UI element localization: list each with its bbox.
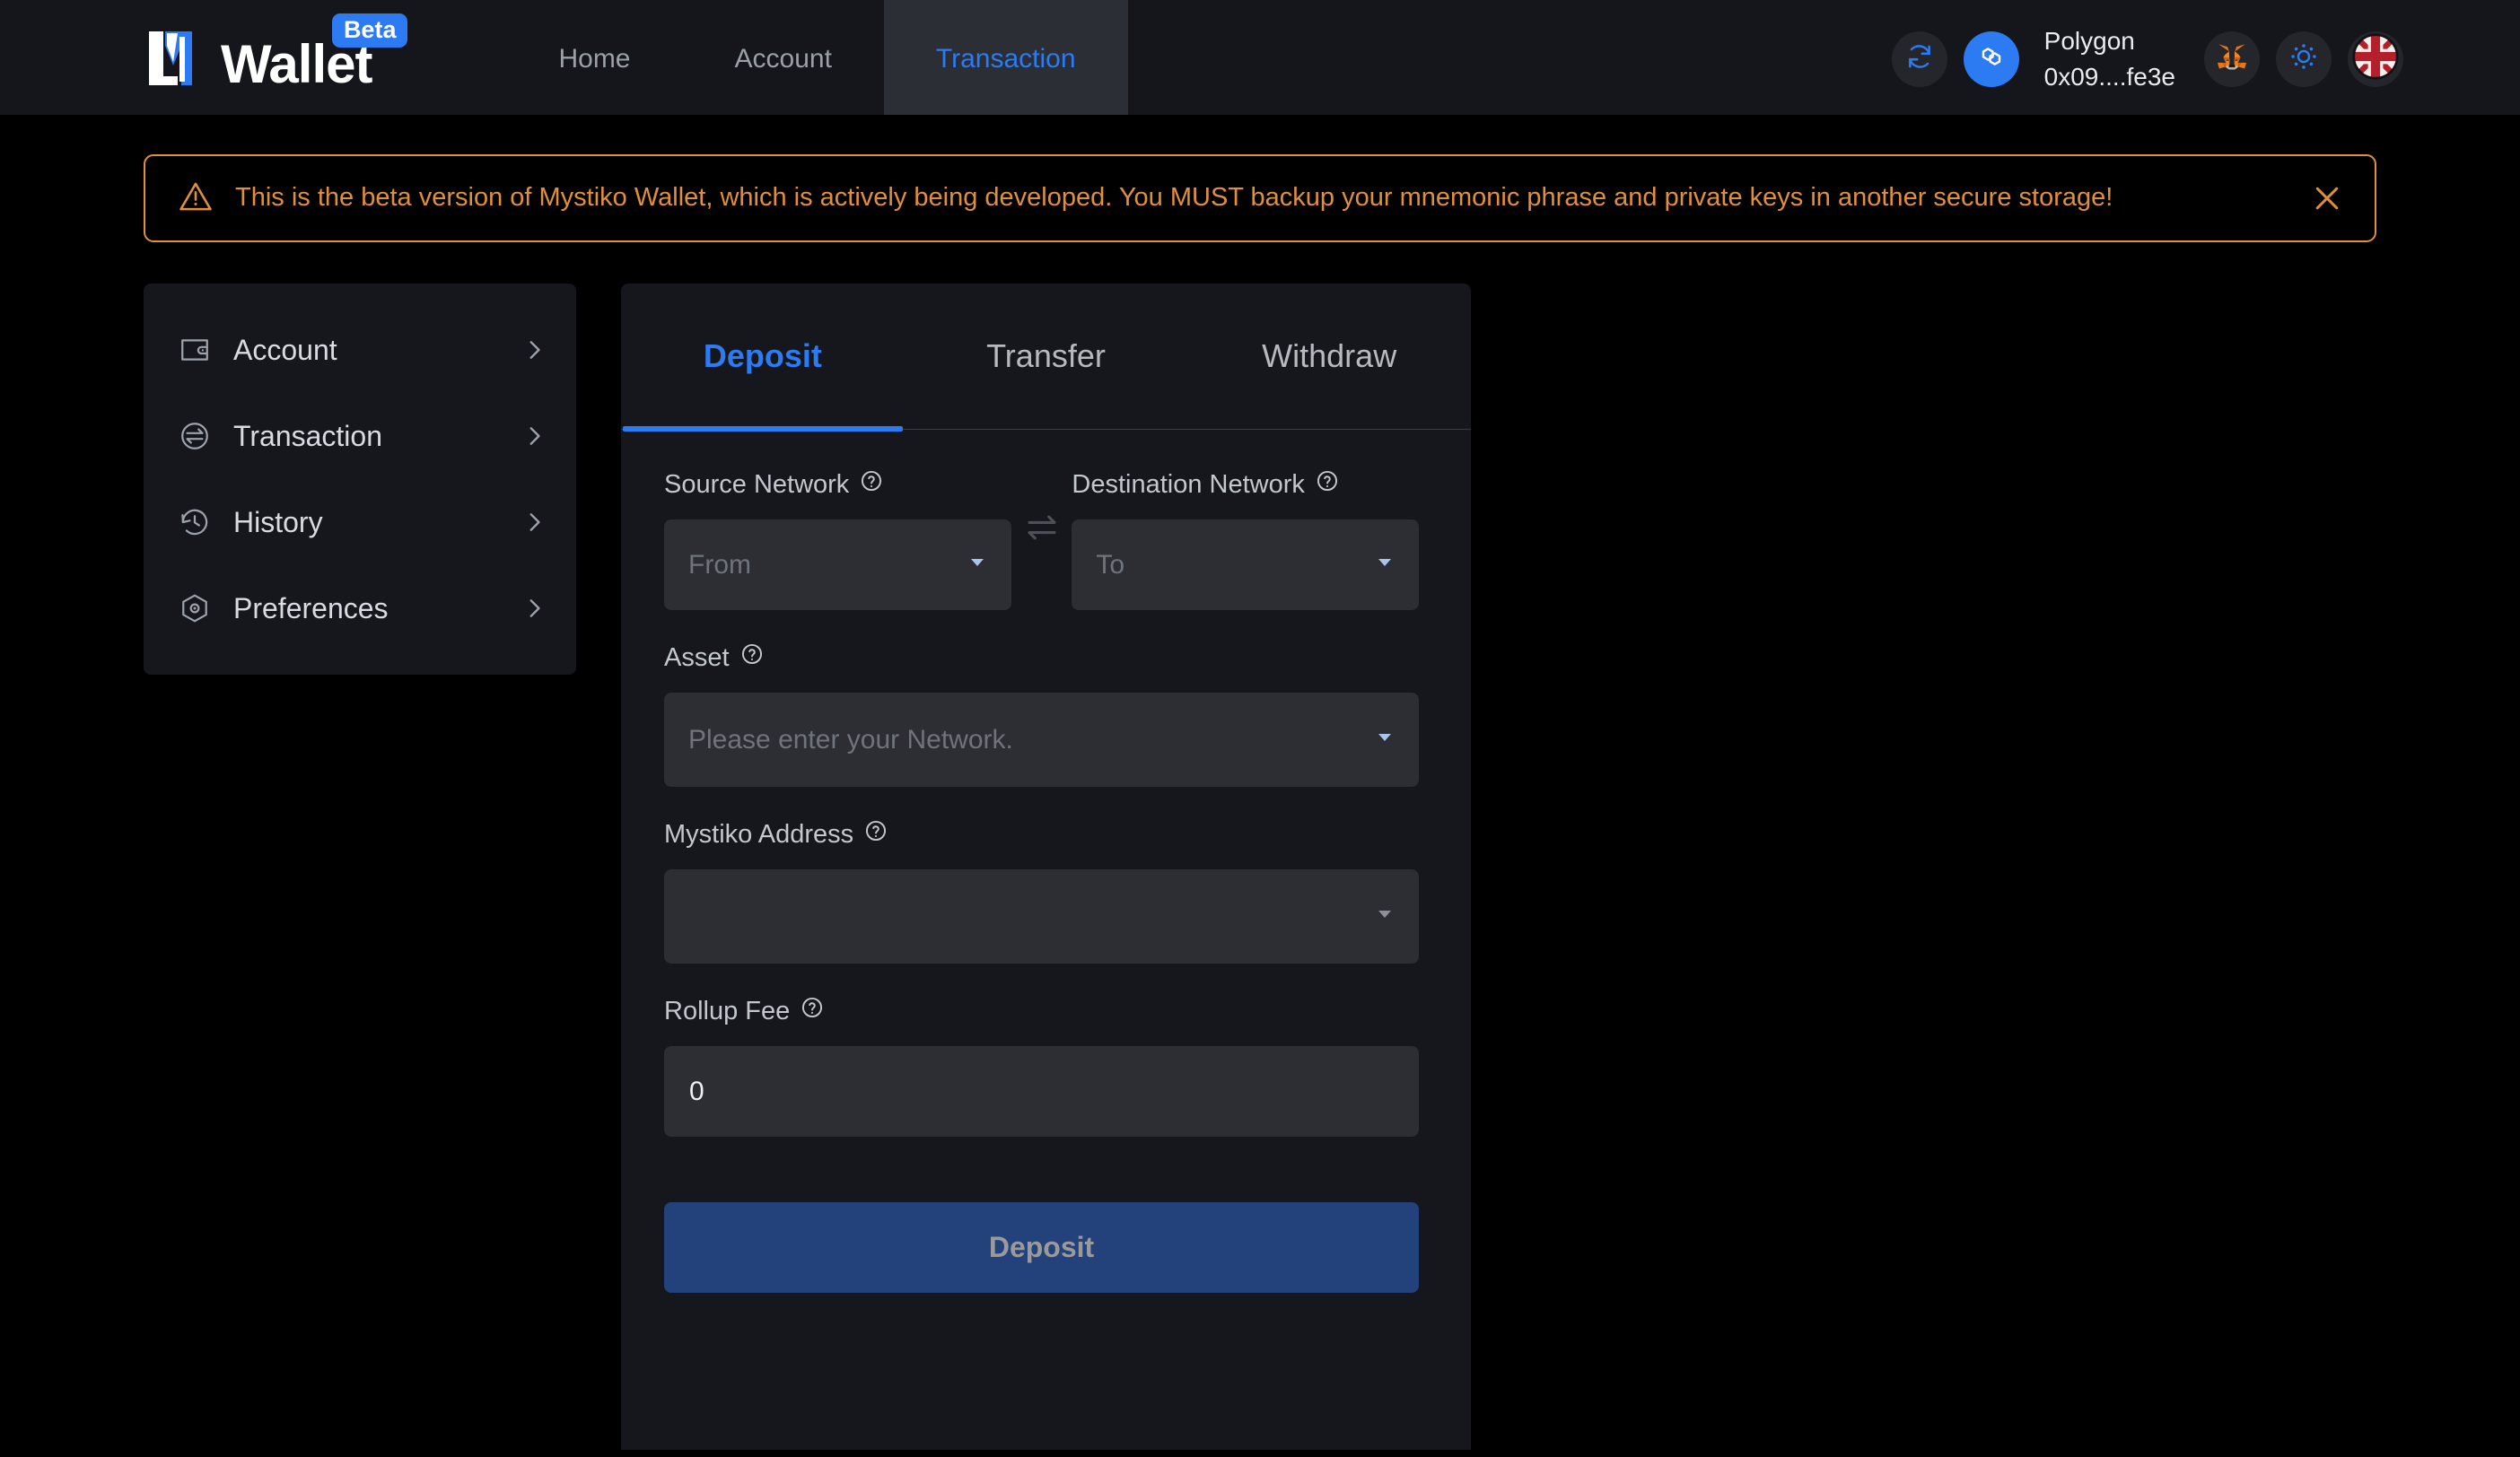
deposit-submit-button[interactable]: Deposit bbox=[664, 1202, 1419, 1293]
sidebar-item-history[interactable]: History bbox=[144, 479, 576, 565]
chevron-right-icon bbox=[522, 510, 546, 534]
brand-logo-group[interactable]: Wallet Beta bbox=[144, 13, 408, 92]
mystiko-logo-icon bbox=[144, 26, 208, 91]
sidebar-item-preferences-label: Preferences bbox=[233, 591, 389, 624]
header-divider bbox=[0, 115, 2520, 118]
destination-network-group: Destination Network To bbox=[1072, 469, 1420, 610]
history-clock-icon bbox=[176, 503, 214, 541]
close-icon[interactable] bbox=[2306, 178, 2348, 219]
nav-item-home-label: Home bbox=[558, 43, 631, 74]
wallet-icon bbox=[176, 331, 214, 369]
tab-deposit[interactable]: Deposit bbox=[621, 284, 905, 432]
tab-transfer-label: Transfer bbox=[986, 337, 1106, 374]
sidebar-item-history-label: History bbox=[233, 505, 323, 538]
rollup-fee-field[interactable] bbox=[664, 1046, 1419, 1137]
nav-item-transaction-label: Transaction bbox=[935, 43, 1076, 74]
nav-item-home[interactable]: Home bbox=[506, 0, 682, 118]
chevron-down-icon bbox=[968, 554, 986, 576]
network-row: Source Network From Destination Network … bbox=[664, 469, 1420, 610]
nav-item-transaction[interactable]: Transaction bbox=[883, 0, 1128, 118]
chevron-right-icon bbox=[522, 424, 546, 448]
chain-selector-button[interactable] bbox=[1963, 31, 2019, 87]
nav-item-account[interactable]: Account bbox=[683, 0, 884, 118]
refresh-button[interactable] bbox=[1891, 31, 1947, 87]
theme-toggle-button[interactable] bbox=[2276, 31, 2332, 87]
beta-badge: Beta bbox=[331, 13, 408, 48]
metamask-button[interactable] bbox=[2204, 31, 2260, 87]
chevron-right-icon bbox=[522, 597, 546, 620]
beta-warning-message: This is the beta version of Mystiko Wall… bbox=[235, 183, 2113, 213]
destination-network-label-row: Destination Network bbox=[1072, 469, 1419, 500]
help-circle-icon[interactable] bbox=[1316, 469, 1339, 500]
transaction-tabs: Deposit Transfer Withdraw bbox=[621, 284, 1471, 432]
destination-network-label: Destination Network bbox=[1072, 469, 1305, 499]
chevron-right-icon bbox=[522, 338, 546, 362]
polygon-icon bbox=[1974, 39, 2008, 78]
help-circle-icon[interactable] bbox=[801, 996, 824, 1026]
source-network-group: Source Network From bbox=[664, 469, 1011, 610]
tab-withdraw-label: Withdraw bbox=[1262, 337, 1397, 374]
main-nav: Home Account Transaction bbox=[506, 0, 1128, 118]
sidebar-item-transaction[interactable]: Transaction bbox=[144, 393, 576, 479]
metamask-icon bbox=[2213, 38, 2251, 80]
help-circle-icon[interactable] bbox=[740, 642, 764, 673]
preferences-hexagon-icon bbox=[176, 589, 214, 627]
refresh-icon bbox=[1904, 41, 1935, 76]
mystiko-address-label: Mystiko Address bbox=[664, 819, 854, 849]
sidebar-item-account-label: Account bbox=[233, 333, 337, 366]
chevron-down-icon bbox=[1376, 554, 1394, 576]
mystiko-address-select[interactable] bbox=[664, 869, 1419, 964]
app-header: Wallet Beta Home Account Transaction Pol… bbox=[0, 0, 2520, 118]
wallet-account-info[interactable]: Polygon 0x09....fe3e bbox=[2044, 23, 2175, 95]
source-network-select[interactable]: From bbox=[664, 519, 1011, 610]
source-network-label: Source Network bbox=[664, 469, 850, 499]
sidebar-item-transaction-label: Transaction bbox=[233, 419, 382, 452]
wallet-address-label: 0x09....fe3e bbox=[2043, 62, 2175, 91]
sidebar-item-account[interactable]: Account bbox=[144, 307, 576, 393]
swap-networks-button[interactable] bbox=[1011, 469, 1072, 551]
deposit-form: Source Network From Destination Network … bbox=[621, 430, 1471, 1293]
chevron-down-icon bbox=[1376, 905, 1394, 928]
destination-network-value: To bbox=[1096, 549, 1125, 580]
sidebar-menu: Account Transaction History Preferences bbox=[144, 284, 576, 675]
page-body: Account Transaction History Preferences … bbox=[144, 284, 2520, 1450]
asset-label-row: Asset bbox=[664, 642, 1419, 673]
nav-item-account-label: Account bbox=[734, 43, 832, 74]
source-network-label-row: Source Network bbox=[664, 469, 1011, 500]
source-network-value: From bbox=[688, 549, 751, 580]
chain-name-label: Polygon bbox=[2043, 26, 2135, 55]
tab-deposit-label: Deposit bbox=[703, 337, 822, 374]
tab-transfer[interactable]: Transfer bbox=[905, 284, 1188, 429]
chevron-down-icon bbox=[1376, 728, 1394, 751]
asset-value: Please enter your Network. bbox=[688, 724, 1013, 755]
asset-label: Asset bbox=[664, 642, 730, 672]
asset-select[interactable]: Please enter your Network. bbox=[664, 693, 1419, 787]
sidebar-item-preferences[interactable]: Preferences bbox=[144, 565, 576, 651]
transaction-card: Deposit Transfer Withdraw Source Network bbox=[621, 284, 1471, 1450]
swap-horizontal-icon bbox=[1023, 509, 1061, 551]
rollup-fee-label-row: Rollup Fee bbox=[664, 996, 1419, 1026]
tab-withdraw[interactable]: Withdraw bbox=[1187, 284, 1471, 429]
header-actions: Polygon 0x09....fe3e bbox=[1891, 0, 2403, 118]
language-selector-button[interactable] bbox=[2348, 31, 2403, 87]
help-circle-icon[interactable] bbox=[860, 469, 883, 500]
brightness-icon bbox=[2288, 41, 2319, 76]
uk-flag-icon bbox=[2350, 31, 2401, 86]
mystiko-address-label-row: Mystiko Address bbox=[664, 819, 1419, 850]
transaction-swap-icon bbox=[176, 417, 214, 455]
destination-network-select[interactable]: To bbox=[1072, 519, 1420, 610]
rollup-fee-label: Rollup Fee bbox=[664, 996, 791, 1025]
rollup-fee-input[interactable] bbox=[689, 1076, 1394, 1107]
help-circle-icon[interactable] bbox=[864, 819, 888, 850]
beta-warning-banner: This is the beta version of Mystiko Wall… bbox=[144, 154, 2376, 242]
warning-triangle-icon bbox=[178, 179, 214, 219]
